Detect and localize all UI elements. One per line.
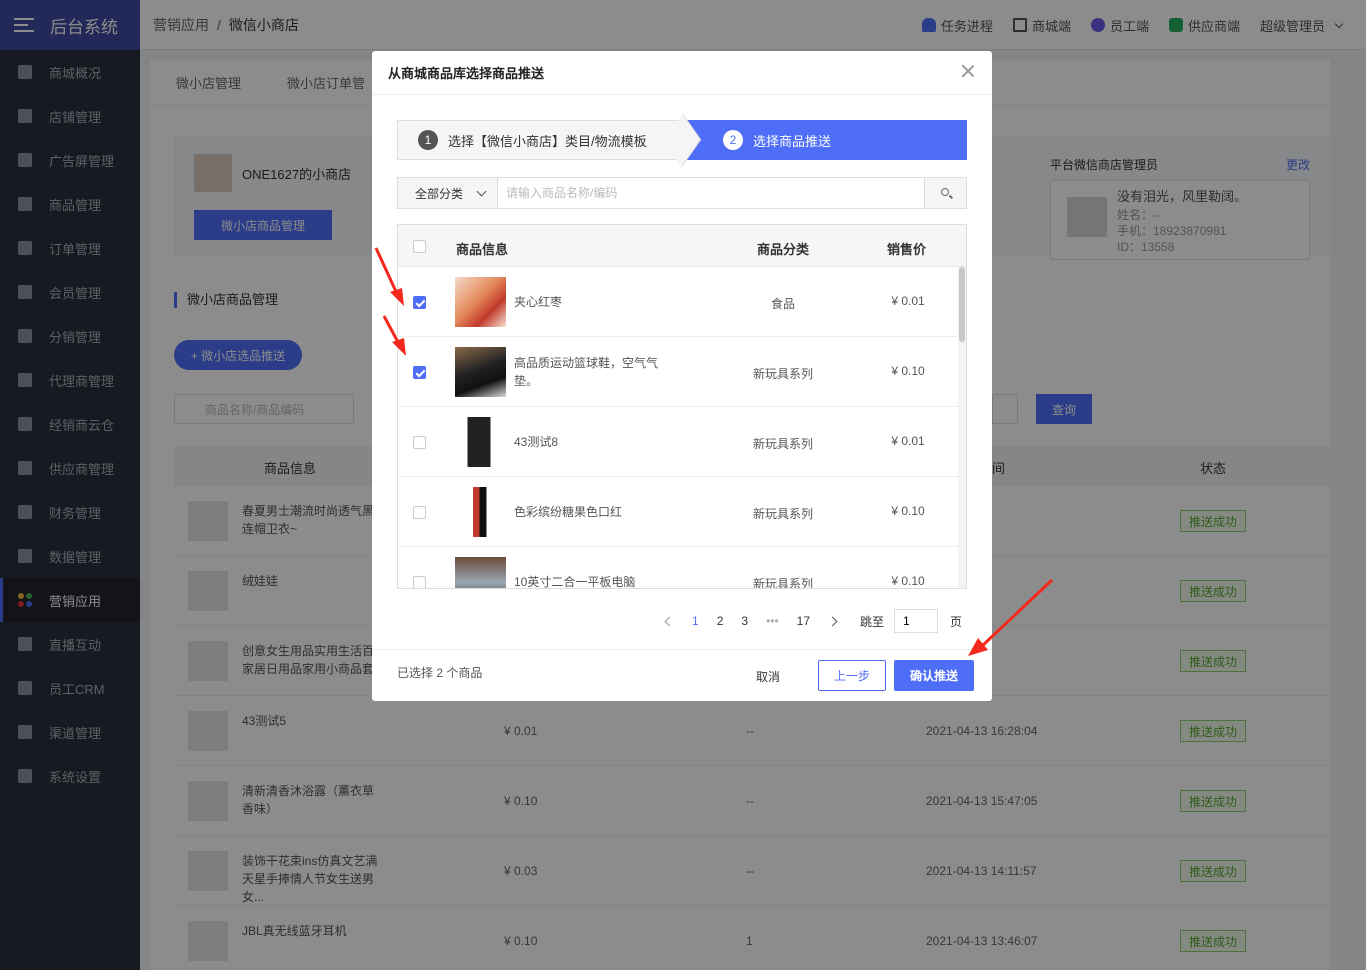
row-checkbox[interactable] xyxy=(413,366,426,379)
product-table: 商品信息 商品分类 销售价 夹心红枣 食品 ¥ 0.01 高品质运动篮球鞋，空气气垫。… xyxy=(397,224,967,589)
product-image xyxy=(455,347,506,397)
product-price: ¥ 0.01 xyxy=(891,434,925,448)
product-category: 食品 xyxy=(770,297,795,311)
product-category: 新玩具系列 xyxy=(752,437,813,451)
select-products-dialog: 从商城商品库选择商品推送 1 选择【微信小商店】类目/物流模板 2 选择商品推送… xyxy=(372,51,992,701)
search-button[interactable] xyxy=(924,178,966,208)
page-ellipsis: ••• xyxy=(766,614,779,628)
product-row[interactable]: 高品质运动篮球鞋，空气气垫。 新玩具系列 ¥ 0.10 xyxy=(398,337,966,407)
product-table-body: 夹心红枣 食品 ¥ 0.01 高品质运动篮球鞋，空气气垫。 新玩具系列 ¥ 0.10 43测… xyxy=(398,267,966,589)
pagination: 1 2 3 ••• 17 跳至 页 xyxy=(656,609,962,633)
row-checkbox[interactable] xyxy=(413,576,426,588)
jump-page-input[interactable] xyxy=(894,609,939,633)
step-2: 2 选择商品推送 xyxy=(687,120,967,160)
filter-bar: 全部分类 xyxy=(397,177,967,209)
col-info: 商品信息 xyxy=(456,242,509,257)
step-2-label: 选择商品推送 xyxy=(753,133,832,149)
col-category: 商品分类 xyxy=(757,242,810,257)
product-price: ¥ 0.01 xyxy=(891,294,925,308)
row-checkbox[interactable] xyxy=(413,506,426,519)
product-image xyxy=(455,487,506,537)
confirm-push-button[interactable]: 确认推送 xyxy=(894,660,974,691)
table-scrollbar[interactable] xyxy=(958,267,966,588)
page-17[interactable]: 17 xyxy=(797,614,810,628)
product-name: 43测试8 xyxy=(514,435,559,449)
product-image xyxy=(455,557,506,588)
product-category: 新玩具系列 xyxy=(752,577,813,589)
product-name: 色彩缤纷糖果色口红 xyxy=(514,505,623,519)
scrollbar-thumb[interactable] xyxy=(959,267,965,342)
product-price: ¥ 0.10 xyxy=(891,504,925,518)
product-price: ¥ 0.10 xyxy=(891,574,925,588)
product-category: 新玩具系列 xyxy=(752,507,813,521)
col-price: 销售价 xyxy=(887,242,927,257)
steps-bar: 1 选择【微信小商店】类目/物流模板 2 选择商品推送 xyxy=(397,120,967,160)
dialog-footer: 已选择 2 个商品 取消 上一步 确认推送 xyxy=(372,649,992,701)
page-unit: 页 xyxy=(950,614,963,629)
page-list: 1 2 3 ••• 17 xyxy=(683,614,819,628)
step-1-number: 1 xyxy=(418,130,438,150)
page-1[interactable]: 1 xyxy=(692,614,699,628)
product-price: ¥ 0.10 xyxy=(891,364,925,378)
row-checkbox[interactable] xyxy=(413,296,426,309)
jump-label: 跳至 xyxy=(860,614,885,629)
close-icon[interactable] xyxy=(960,63,976,79)
product-image xyxy=(455,277,506,327)
category-value: 全部分类 xyxy=(415,186,464,201)
product-row[interactable]: 43测试8 新玩具系列 ¥ 0.01 xyxy=(398,407,966,477)
page-2[interactable]: 2 xyxy=(717,614,724,628)
product-name: 高品质运动篮球鞋，空气气垫。 xyxy=(514,356,659,388)
search-icon xyxy=(941,188,949,196)
select-all-checkbox[interactable] xyxy=(413,240,426,253)
cancel-button[interactable]: 取消 xyxy=(756,668,780,685)
product-table-header: 商品信息 商品分类 销售价 xyxy=(398,225,966,267)
selected-count: 已选择 2 个商品 xyxy=(397,666,483,680)
category-select[interactable]: 全部分类 xyxy=(398,178,498,208)
row-checkbox[interactable] xyxy=(413,436,426,449)
page-3[interactable]: 3 xyxy=(741,614,748,628)
step-2-number: 2 xyxy=(723,130,743,150)
step-1-label: 选择【微信小商店】类目/物流模板 xyxy=(448,133,647,149)
prev-step-button[interactable]: 上一步 xyxy=(818,660,886,691)
product-name: 夹心红枣 xyxy=(514,295,563,309)
product-row[interactable]: 色彩缤纷糖果色口红 新玩具系列 ¥ 0.10 xyxy=(398,477,966,547)
keyword-input[interactable] xyxy=(498,178,924,208)
product-row[interactable]: 夹心红枣 食品 ¥ 0.01 xyxy=(398,267,966,337)
product-category: 新玩具系列 xyxy=(752,367,813,381)
next-page-icon[interactable] xyxy=(827,616,838,626)
product-name: 10英寸二合一平板电脑 xyxy=(514,575,636,589)
chevron-down-icon xyxy=(476,186,487,197)
step-1[interactable]: 1 选择【微信小商店】类目/物流模板 xyxy=(397,120,687,160)
prev-page-icon[interactable] xyxy=(664,616,675,626)
dialog-title: 从商城商品库选择商品推送 xyxy=(372,51,992,95)
product-row[interactable]: 10英寸二合一平板电脑 新玩具系列 ¥ 0.10 xyxy=(398,547,966,589)
product-image xyxy=(455,417,506,467)
